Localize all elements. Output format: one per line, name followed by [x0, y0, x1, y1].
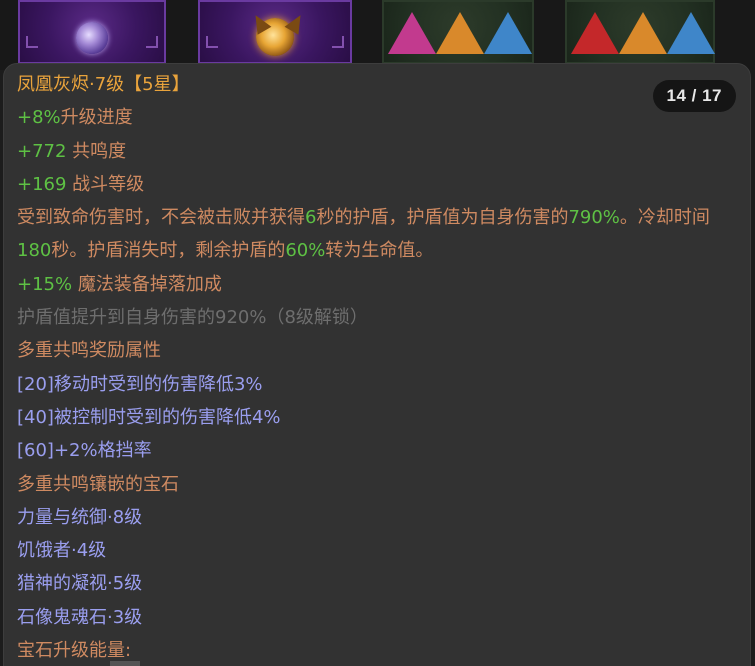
locked-upgrade-text: 护盾值提升到自身伤害的920%（8级解锁） [17, 307, 368, 329]
purple-swirl-orb-icon [76, 22, 108, 54]
gem-effect-description: 受到致命伤害时，不会被击败并获得6秒的护盾，护盾值为自身伤害的790%。冷却时间… [17, 201, 737, 268]
effect-value: 180 [17, 240, 52, 262]
socketed-gems-header: 多重共鸣镶嵌的宝石 [17, 473, 179, 495]
stat-line-resonance: +772 共鸣度 [17, 135, 740, 168]
effect-text: 转为生命值。 [325, 240, 434, 262]
horizontal-scrollbar-thumb[interactable] [110, 661, 140, 666]
amber-triangle-gem-icon [619, 12, 667, 54]
gem-inventory-strip [0, 0, 755, 70]
red-triangle-gem-icon [571, 12, 619, 54]
socketed-gem-item: 饥饿者·4级 [17, 540, 107, 562]
resonance-bonus-item: [60]+2%格挡率 [17, 440, 152, 462]
stat-line-upgrade-progress: +8%升级进度 [17, 101, 740, 134]
stat-value: +169 [17, 173, 67, 195]
socketed-gem-item: 石像鬼魂石·3级 [17, 606, 143, 628]
stat-label: 升级进度 [60, 107, 133, 129]
stat-line-drop-bonus: +15% 魔法装备掉落加成 [17, 268, 740, 301]
socketed-gem-item: 力量与统御·8级 [17, 506, 143, 528]
blue-triangle-gem-icon [484, 12, 532, 54]
screen: 14 / 17 凤凰灰烬·7级【5星】 +8%升级进度 +772 共鸣度 +16… [0, 0, 755, 666]
gem-tooltip-panel: 14 / 17 凤凰灰烬·7级【5星】 +8%升级进度 +772 共鸣度 +16… [3, 63, 751, 666]
stat-value: +772 [17, 140, 67, 162]
blue-triangle-gem-icon [667, 12, 715, 54]
magenta-triangle-gem-icon [388, 12, 436, 54]
resonance-bonus-item: [20]移动时受到的伤害降低3% [17, 373, 263, 395]
effect-value: 6 [305, 207, 317, 229]
effect-text: 。冷却时间 [619, 207, 710, 229]
stat-value: +15% [17, 273, 73, 295]
effect-text: 秒的护盾，护盾值为自身伤害的 [316, 207, 569, 229]
resonance-bonus-header: 多重共鸣奖励属性 [17, 340, 161, 362]
gem-slot-3[interactable] [382, 0, 534, 64]
gem-slot-2[interactable] [198, 0, 352, 64]
stat-line-combat-level: +169 战斗等级 [17, 168, 740, 201]
effect-text: 秒。护盾消失时，剩余护盾的 [51, 240, 286, 262]
gem-slot-1[interactable] [18, 0, 166, 64]
stat-label: 魔法装备掉落加成 [72, 273, 222, 295]
tooltip-content: 凤凰灰烬·7级【5星】 +8%升级进度 +772 共鸣度 +169 战斗等级 受… [17, 68, 740, 666]
socketed-gem-item: 猎神的凝视·5级 [17, 573, 143, 595]
effect-value: 60% [285, 240, 326, 262]
gem-title: 凤凰灰烬·7级【5星】 [17, 74, 190, 95]
stat-label: 共鸣度 [66, 140, 127, 162]
stat-value: +8% [17, 107, 61, 129]
resonance-bonus-item: [40]被控制时受到的伤害降低4% [17, 406, 281, 428]
amber-triangle-gem-icon [436, 12, 484, 54]
gem-slot-4[interactable] [565, 0, 715, 64]
effect-value: 790% [568, 207, 620, 229]
effect-text: 受到致命伤害时，不会被击败并获得 [17, 207, 305, 229]
stat-label: 战斗等级 [66, 173, 145, 195]
